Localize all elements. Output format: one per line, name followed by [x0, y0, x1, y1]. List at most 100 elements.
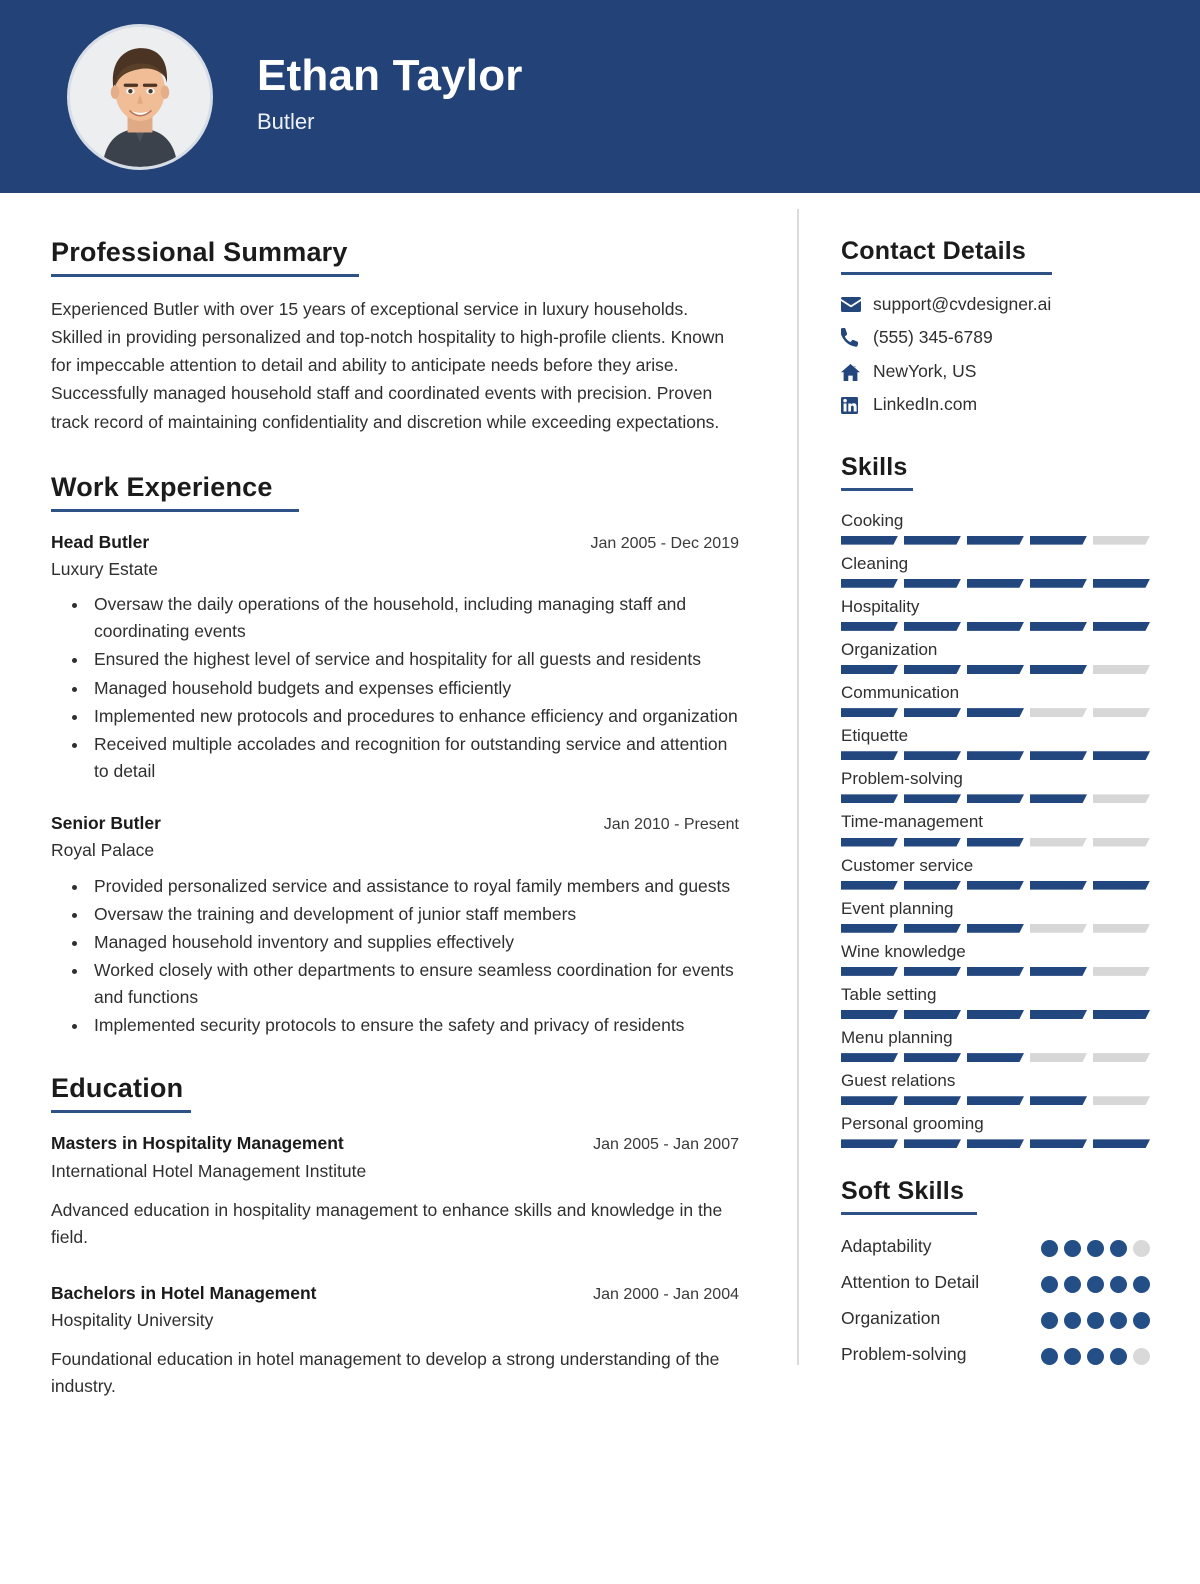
- skill-segment: [1093, 923, 1150, 933]
- rating-dot: [1087, 1311, 1104, 1329]
- soft-skill-rating: [1041, 1305, 1150, 1329]
- contact-row[interactable]: support@cvdesigner.ai: [841, 293, 1150, 317]
- rating-dot: [1087, 1275, 1104, 1293]
- home-icon: [841, 363, 869, 381]
- soft-skill-rating: [1041, 1269, 1150, 1293]
- skill-item: Problem-solving: [841, 767, 1150, 804]
- skill-label: Event planning: [841, 898, 954, 918]
- skill-segment: [1093, 665, 1150, 674]
- entry-header: Bachelors in Hotel Management Jan 2000 - …: [51, 1281, 739, 1306]
- avatar-photo: [70, 26, 210, 167]
- skill-bar: [841, 535, 1150, 545]
- skill-label: Communication: [841, 683, 960, 702]
- rating-dot: [1041, 1239, 1058, 1257]
- skill-label: Etiquette: [841, 726, 909, 746]
- section-heading: Contact Details: [841, 237, 1026, 265]
- skill-segment: [967, 880, 1024, 890]
- skill-label: Customer service: [841, 855, 974, 875]
- section-underline: [51, 273, 359, 277]
- rating-dot: [1041, 1347, 1058, 1365]
- skill-segment: [1030, 1096, 1087, 1106]
- skill-segment: [904, 578, 961, 588]
- skill-item: Cleaning: [841, 552, 1150, 588]
- skill-bar: [841, 1096, 1150, 1106]
- section-contact-details: Contact Details support@cvdesigner.ai (55…: [841, 237, 1150, 417]
- skill-item: Wine knowledge: [841, 940, 1150, 976]
- left-column: Professional Summary Experienced Butler …: [0, 193, 797, 1405]
- skill-label: Menu planning: [841, 1028, 953, 1047]
- skill-segment: [967, 966, 1024, 976]
- entry-bullet-list: Provided personalized service and assist…: [51, 873, 739, 1040]
- linkedin-icon: [841, 396, 869, 414]
- skill-bar: [841, 751, 1150, 761]
- skill-segment: [904, 665, 961, 674]
- resume-body: Professional Summary Experienced Butler …: [0, 193, 1200, 1405]
- skill-segment: [1030, 794, 1087, 804]
- envelope-icon: [841, 296, 869, 312]
- skill-segment: [1093, 535, 1150, 545]
- skill-segment: [841, 578, 898, 588]
- soft-skill-item: Adaptability: [841, 1233, 1150, 1266]
- skill-segment: [1093, 794, 1150, 804]
- rating-dot: [1064, 1347, 1081, 1365]
- entry-bullet: Managed household inventory and supplies…: [89, 929, 739, 956]
- skill-segment: [904, 966, 961, 976]
- skill-segment: [1093, 1053, 1150, 1063]
- skill-segment: [967, 621, 1024, 631]
- entry-bullet-list: Oversaw the daily operations of the hous…: [51, 591, 739, 785]
- skill-label: Cleaning: [841, 553, 909, 573]
- contact-row[interactable]: (555) 345-6789: [841, 326, 1150, 350]
- skill-bar: [841, 966, 1150, 976]
- experience-entry: Senior Butler Jan 2010 - Present Royal Pal…: [51, 811, 739, 1039]
- skill-segment: [904, 794, 961, 804]
- rating-dot: [1087, 1239, 1104, 1257]
- skill-segment: [1030, 708, 1087, 718]
- rating-dot: [1110, 1311, 1127, 1329]
- rating-dot: [1110, 1239, 1127, 1257]
- identity-block: Ethan Taylor Butler: [257, 51, 523, 142]
- resume-header: Ethan Taylor Butler: [0, 0, 1200, 193]
- soft-skill-label: Problem-solving: [841, 1343, 967, 1364]
- skill-segment: [904, 708, 961, 718]
- contact-row[interactable]: NewYork, US: [841, 360, 1150, 384]
- rating-dot: [1110, 1347, 1127, 1365]
- entry-header: Head Butler Jan 2005 - Dec 2019: [51, 530, 739, 555]
- entry-header: Masters in Hospitality Management Jan 200…: [51, 1131, 739, 1156]
- skill-label: Problem-solving: [841, 769, 963, 789]
- rating-dot: [1110, 1275, 1127, 1293]
- skill-item: Hospitality: [841, 595, 1150, 631]
- skill-segment: [1030, 1139, 1087, 1149]
- skill-segment: [1030, 535, 1087, 545]
- skill-segment: [904, 880, 961, 890]
- candidate-role: Butler: [257, 109, 315, 135]
- entry-bullet: Worked closely with other departments to…: [89, 957, 739, 1011]
- skill-segment: [904, 1096, 961, 1106]
- skill-segment: [904, 923, 961, 933]
- skill-segment: [967, 665, 1024, 674]
- entry-title: Bachelors in Hotel Management: [51, 1282, 317, 1303]
- skill-segment: [1030, 923, 1087, 933]
- entry-title: Masters in Hospitality Management: [51, 1133, 344, 1154]
- entry-date: Jan 2000 - Jan 2004: [593, 1285, 739, 1303]
- section-heading: Education: [51, 1073, 184, 1104]
- resume-page: Ethan Taylor Butler Professional Summary…: [0, 0, 1200, 1584]
- contact-row[interactable]: LinkedIn.com: [841, 393, 1150, 417]
- avatar: [67, 23, 213, 170]
- skill-item: Customer service: [841, 854, 1150, 890]
- skill-segment: [904, 535, 961, 545]
- skill-bar: [841, 1139, 1150, 1149]
- skill-bar: [841, 708, 1150, 718]
- section-heading: Soft Skills: [841, 1177, 965, 1206]
- soft-skills-list: Adaptability Attention to Detail Organizat…: [841, 1233, 1150, 1374]
- skill-label: Hospitality: [841, 596, 920, 616]
- skill-label: Table setting: [841, 984, 937, 1004]
- skill-segment: [967, 751, 1024, 761]
- skill-segment: [1093, 966, 1150, 976]
- skill-segment: [904, 751, 961, 761]
- work-entry-list: Head Butler Jan 2005 - Dec 2019 Luxury Est…: [51, 530, 739, 1040]
- skill-label: Organization: [841, 639, 938, 659]
- entry-organization: Hospitality University: [51, 1309, 214, 1330]
- entry-description: Foundational education in hotel manageme…: [51, 1349, 720, 1397]
